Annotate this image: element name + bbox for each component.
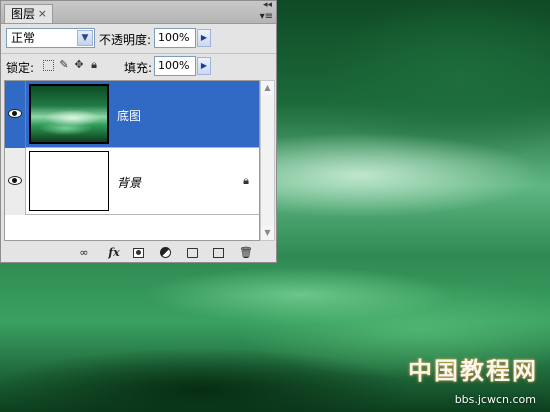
layer-thumbnail — [29, 84, 109, 144]
new-group-icon[interactable] — [187, 248, 198, 258]
opacity-input[interactable]: 100% — [154, 28, 196, 48]
lock-all-icon[interactable]: 🔒︎ — [88, 59, 100, 71]
trash-icon[interactable]: 🗑︎ — [239, 246, 253, 259]
layers-bottom-toolbar: ∞ fx 🗑︎ — [1, 243, 276, 262]
visibility-toggle[interactable] — [5, 81, 26, 148]
collapse-icon[interactable]: ◂◂ — [263, 0, 272, 10]
tab-layers[interactable]: 图层 × — [4, 4, 53, 23]
tab-layers-label: 图层 — [11, 7, 36, 21]
opacity-slider-arrow-icon[interactable]: ▶ — [197, 29, 211, 47]
layer-name[interactable]: 底图 — [117, 107, 141, 124]
fill-slider-arrow-icon[interactable]: ▶ — [197, 57, 211, 75]
lock-image-pixels-icon[interactable]: ✎ — [58, 59, 70, 71]
eye-icon — [8, 176, 22, 185]
new-layer-icon[interactable] — [213, 248, 224, 258]
add-mask-icon[interactable] — [133, 248, 144, 258]
layer-thumbnail — [29, 151, 109, 211]
layer-row-base-image[interactable]: 底图 — [5, 81, 259, 148]
divider — [1, 53, 276, 54]
scroll-up-icon[interactable]: ▲ — [261, 81, 274, 95]
link-icon[interactable]: ∞ — [76, 246, 92, 259]
blend-mode-value: 正常 — [11, 31, 36, 45]
close-icon[interactable]: × — [38, 5, 47, 23]
chevron-down-icon[interactable]: ▼ — [77, 30, 93, 46]
lock-transparent-pixels-icon[interactable] — [43, 60, 54, 71]
fill-label: 填充: — [124, 61, 153, 75]
visibility-toggle[interactable] — [5, 148, 26, 215]
lock-label: 锁定: — [6, 61, 35, 75]
layer-name[interactable]: 背景 — [117, 174, 141, 191]
panel-tabbar: 图层 × ◂◂ ▾≡ — [1, 0, 276, 24]
eye-icon — [8, 109, 22, 118]
opacity-label: 不透明度: — [99, 33, 152, 47]
layers-list: 底图 背景 🔒︎ — [4, 80, 260, 241]
lock-row: 锁定: ✎ ✥ 🔒︎ 填充: 100% ▶ — [6, 56, 274, 78]
blend-row: 正常 ▼ 不透明度: 100% ▶ — [6, 28, 274, 50]
layers-scrollbar[interactable]: ▲ ▼ — [260, 80, 275, 241]
scroll-down-icon[interactable]: ▼ — [261, 226, 274, 240]
layers-panel: 图层 × ◂◂ ▾≡ 正常 ▼ 不透明度: 100% ▶ 锁定: ✎ ✥ 🔒︎ … — [0, 0, 277, 263]
panel-menu-icon[interactable]: ▾≡ — [260, 12, 273, 22]
adjustment-layer-icon[interactable] — [160, 247, 171, 258]
watermark-url: bbs.jcwcn.com — [454, 393, 536, 406]
lock-position-icon[interactable]: ✥ — [73, 59, 85, 71]
layer-row-background[interactable]: 背景 🔒︎ — [5, 148, 259, 215]
watermark-logo: 中国教程网 — [408, 356, 538, 385]
blend-mode-select[interactable]: 正常 ▼ — [6, 28, 95, 48]
fx-icon[interactable]: fx — [104, 246, 124, 259]
lock-icon: 🔒︎ — [243, 174, 249, 187]
fill-input[interactable]: 100% — [154, 56, 196, 76]
